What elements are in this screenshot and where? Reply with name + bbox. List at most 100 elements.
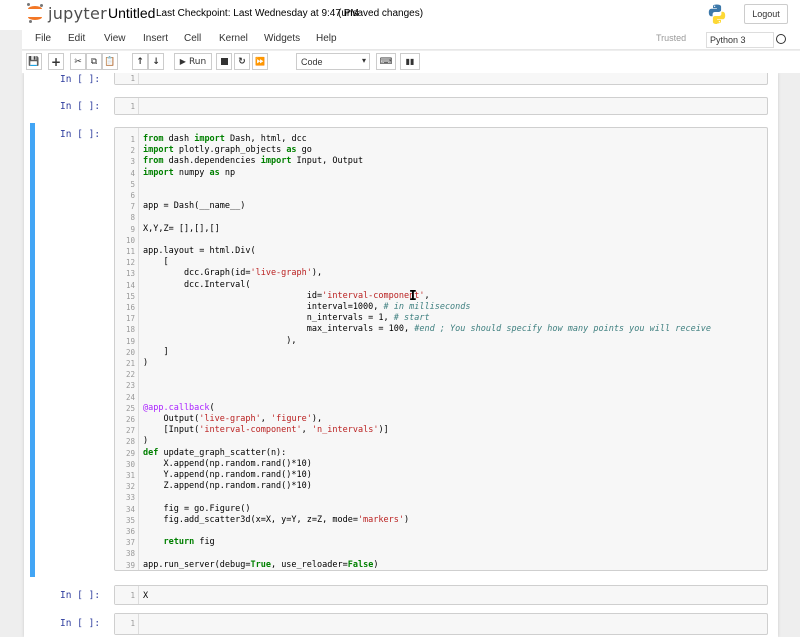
line-number: 1 [130, 619, 135, 628]
code-line: import numpy as np [143, 167, 236, 178]
line-number: 14 [125, 280, 135, 290]
line-number: 13 [125, 269, 135, 279]
code-line: @app.callback( [143, 402, 215, 413]
cell-input[interactable]: 1 X [114, 585, 768, 605]
line-number: 30 [125, 459, 135, 469]
cell-prompt: In [ ]: [60, 129, 101, 140]
line-number: 2 [130, 146, 135, 156]
cell-prompt: In [ ]: [60, 101, 101, 112]
code-cell[interactable]: In [ ]: 1 [30, 97, 772, 117]
code-cell[interactable]: In [ ]: 1 [30, 73, 772, 87]
code-line: app.run_server(debug=True, use_reloader=… [143, 559, 379, 570]
code-line: ) [143, 358, 149, 368]
keyboard-icon: ⌨ [379, 56, 393, 67]
cell-input[interactable]: 1 [114, 73, 768, 85]
code-cell-selected[interactable]: In [ ]: 1 from dash import Dash, html, dc… [30, 123, 772, 577]
interrupt-button[interactable] [216, 53, 232, 70]
line-number: 7 [130, 202, 135, 212]
paste-button[interactable]: 📋 [102, 53, 118, 70]
arrow-down-icon: ↓ [152, 56, 160, 67]
paste-icon: 📋 [104, 56, 116, 67]
trusted-indicator[interactable]: Trusted [656, 33, 686, 43]
jupyter-logo[interactable]: jupyter [26, 3, 107, 23]
line-number: 17 [125, 314, 135, 324]
line-number: 1 [130, 591, 135, 600]
logout-button[interactable]: Logout [744, 4, 788, 24]
code-cell[interactable]: In [ ]: 1 X [30, 585, 772, 605]
arrow-up-icon: ↑ [136, 56, 144, 67]
chart-button[interactable]: ▮▮ [400, 53, 420, 70]
line-number: 35 [125, 515, 135, 525]
python-logo-icon [708, 4, 726, 24]
code-line: X.append(np.random.rand()*10) [143, 458, 312, 469]
checkpoint-status: Last Checkpoint: Last Wednesday at 9:47 … [156, 8, 359, 19]
line-number: 16 [125, 303, 135, 312]
line-number: 19 [125, 336, 135, 346]
copy-icon: ⧉ [90, 56, 98, 67]
kernel-idle-icon [776, 34, 786, 44]
code-line: dcc.Interval( [143, 279, 251, 290]
menu-edit[interactable]: Edit [68, 33, 85, 44]
line-number: 15 [125, 291, 135, 301]
restart-button[interactable]: ↻ [234, 53, 250, 70]
line-number: 4 [130, 168, 135, 178]
save-button[interactable]: 💾 [26, 53, 42, 70]
copy-button[interactable]: ⧉ [86, 53, 102, 70]
code-line: fig.add_scatter3d(x=X, y=Y, z=Z, mode='m… [143, 514, 410, 525]
chevron-down-icon: ▾ [361, 56, 366, 65]
notebook-page: In [ ]: 1 In [ ]: 1 In [ ]: 1 from dash i… [24, 73, 778, 637]
code-line: ) [143, 436, 149, 447]
cell-input[interactable]: 1 [114, 613, 768, 635]
line-number: 12 [125, 258, 135, 268]
stop-icon [220, 58, 228, 65]
code-line: [ [143, 257, 169, 268]
jupyter-logo-icon [26, 3, 44, 23]
cell-type-select[interactable]: Code ▾ [296, 53, 370, 70]
run-button[interactable]: ▶ Run [174, 53, 212, 70]
code-line: from dash import Dash, html, dcc [143, 134, 307, 144]
jupyter-logo-text: jupyter [48, 3, 108, 23]
line-number: 24 [125, 392, 135, 402]
menu-view[interactable]: View [104, 33, 126, 44]
line-number: 38 [125, 549, 135, 559]
command-palette-button[interactable]: ⌨ [376, 53, 396, 70]
move-up-button[interactable]: ↑ [132, 53, 148, 70]
line-number: 1 [130, 102, 135, 111]
code-line: X [143, 591, 149, 601]
move-down-button[interactable]: ↓ [148, 53, 164, 70]
cut-button[interactable]: ✂ [70, 53, 86, 70]
code-line: fig = go.Figure() [143, 503, 251, 514]
step-forward-icon: ▶ [179, 57, 186, 66]
notebook-area[interactable]: In [ ]: 1 In [ ]: 1 In [ ]: 1 from dash i… [0, 73, 800, 637]
code-line: ] [143, 346, 169, 357]
menu-cell[interactable]: Cell [184, 33, 201, 44]
insert-cell-button[interactable]: + [48, 53, 64, 70]
code-line: def update_graph_scatter(n): [143, 447, 287, 458]
line-number: 36 [125, 527, 135, 536]
menu-kernel[interactable]: Kernel [219, 33, 248, 44]
cell-input[interactable]: 1 [114, 97, 768, 115]
plus-icon: + [50, 54, 62, 69]
line-number: 33 [125, 493, 135, 503]
code-line: import plotly.graph_objects as go [143, 145, 312, 156]
code-line: n_intervals = 1, # start [143, 313, 430, 324]
save-icon: 💾 [28, 56, 40, 67]
line-number: 34 [125, 504, 135, 514]
menu-widgets[interactable]: Widgets [264, 33, 300, 44]
code-line: X,Y,Z= [],[],[] [143, 223, 220, 234]
code-cell[interactable]: In [ ]: 1 [30, 613, 772, 635]
restart-run-all-button[interactable]: ⏩ [252, 53, 268, 70]
code-line: Y.append(np.random.rand()*10) [143, 470, 312, 480]
line-number: 8 [130, 213, 135, 223]
menu-file[interactable]: File [35, 33, 51, 44]
cell-input[interactable]: 1 from dash import Dash, html, dcc 2 import… [114, 127, 768, 571]
refresh-icon: ↻ [238, 56, 246, 67]
line-number: 1 [130, 74, 135, 83]
line-number: 10 [125, 235, 135, 245]
text-cursor-icon: I [409, 289, 417, 304]
notebook-title[interactable]: Untitled [108, 5, 155, 21]
line-number: 9 [130, 224, 135, 234]
line-number: 31 [125, 471, 135, 480]
menu-help[interactable]: Help [316, 33, 337, 44]
menu-insert[interactable]: Insert [143, 33, 168, 44]
